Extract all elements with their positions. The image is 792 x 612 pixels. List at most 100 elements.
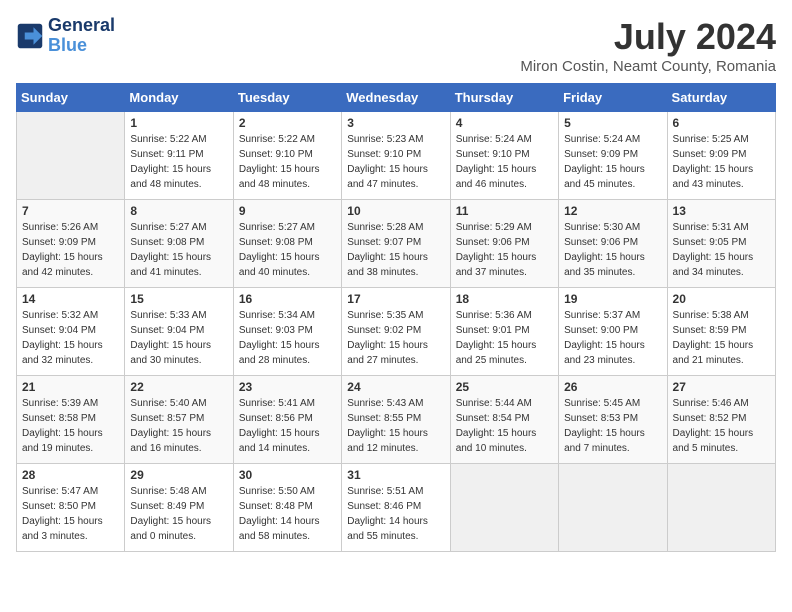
calendar-cell: 22Sunrise: 5:40 AM Sunset: 8:57 PM Dayli… <box>125 376 233 464</box>
day-number: 29 <box>130 468 227 482</box>
calendar-cell: 9 Sunrise: 5:27 AM Sunset: 9:08 PM Daylig… <box>233 200 341 288</box>
day-number: 4 <box>456 116 553 130</box>
calendar-cell: 13 Sunrise: 5:31 AM Sunset: 9:05 PM Dayli… <box>667 200 775 288</box>
calendar-week-row: 7Sunrise: 5:26 AM Sunset: 9:09 PM Daylig… <box>17 200 776 288</box>
weekday-header: Tuesday <box>233 84 341 112</box>
day-info: Sunrise: 5:38 AM Sunset: 8:59 PM Dayligh… <box>673 308 770 368</box>
day-info: Sunrise: 5:22 AM Sunset: 9:11 PM Dayligh… <box>130 132 227 192</box>
day-number: 2 <box>239 116 336 130</box>
day-info: Sunrise: 5:27 AM Sunset: 9:08 PM Dayligh… <box>239 220 336 280</box>
day-number: 1 <box>130 116 227 130</box>
day-info: Sunrise: 5:35 AM Sunset: 9:02 PM Dayligh… <box>347 308 444 368</box>
day-info: Sunrise: 5:33 AM Sunset: 9:04 PM Dayligh… <box>130 308 227 368</box>
day-number: 21 <box>22 380 119 394</box>
weekday-header: Thursday <box>450 84 558 112</box>
calendar-week-row: 28 Sunrise: 5:47 AM Sunset: 8:50 PM Dayli… <box>17 464 776 552</box>
calendar-table: SundayMondayTuesdayWednesdayThursdayFrid… <box>16 83 776 552</box>
day-number: 6 <box>673 116 770 130</box>
calendar-cell: 15 Sunrise: 5:33 AM Sunset: 9:04 PM Dayli… <box>125 288 233 376</box>
day-number: 30 <box>239 468 336 482</box>
day-number: 18 <box>456 292 553 306</box>
day-info: Sunrise: 5:50 AM Sunset: 8:48 PM Dayligh… <box>239 484 336 544</box>
calendar-cell <box>667 464 775 552</box>
logo-text: General Blue <box>48 16 115 56</box>
calendar-cell: 31Sunrise: 5:51 AM Sunset: 8:46 PM Dayli… <box>342 464 450 552</box>
calendar-week-row: 21Sunrise: 5:39 AM Sunset: 8:58 PM Dayli… <box>17 376 776 464</box>
calendar-week-row: 14 Sunrise: 5:32 AM Sunset: 9:04 PM Dayli… <box>17 288 776 376</box>
day-number: 16 <box>239 292 336 306</box>
day-info: Sunrise: 5:40 AM Sunset: 8:57 PM Dayligh… <box>130 396 227 456</box>
header: General Blue July 2024 Miron Costin, Nea… <box>16 16 776 75</box>
calendar-cell: 25 Sunrise: 5:44 AM Sunset: 8:54 PM Dayli… <box>450 376 558 464</box>
calendar-cell: 6 Sunrise: 5:25 AM Sunset: 9:09 PM Daylig… <box>667 112 775 200</box>
calendar-cell: 14 Sunrise: 5:32 AM Sunset: 9:04 PM Dayli… <box>17 288 125 376</box>
day-info: Sunrise: 5:29 AM Sunset: 9:06 PM Dayligh… <box>456 220 553 280</box>
calendar-header: SundayMondayTuesdayWednesdayThursdayFrid… <box>17 84 776 112</box>
calendar-cell <box>17 112 125 200</box>
day-info: Sunrise: 5:30 AM Sunset: 9:06 PM Dayligh… <box>564 220 661 280</box>
calendar-cell: 12 Sunrise: 5:30 AM Sunset: 9:06 PM Dayli… <box>559 200 667 288</box>
calendar-cell: 18Sunrise: 5:36 AM Sunset: 9:01 PM Dayli… <box>450 288 558 376</box>
calendar-cell: 3 Sunrise: 5:23 AM Sunset: 9:10 PM Daylig… <box>342 112 450 200</box>
day-info: Sunrise: 5:46 AM Sunset: 8:52 PM Dayligh… <box>673 396 770 456</box>
day-number: 3 <box>347 116 444 130</box>
day-number: 12 <box>564 204 661 218</box>
logo-line2: Blue <box>48 35 87 55</box>
calendar-cell: 5 Sunrise: 5:24 AM Sunset: 9:09 PM Daylig… <box>559 112 667 200</box>
day-number: 24 <box>347 380 444 394</box>
day-number: 17 <box>347 292 444 306</box>
calendar-cell: 8Sunrise: 5:27 AM Sunset: 9:08 PM Daylig… <box>125 200 233 288</box>
calendar-cell: 10Sunrise: 5:28 AM Sunset: 9:07 PM Dayli… <box>342 200 450 288</box>
calendar-week-row: 1 Sunrise: 5:22 AM Sunset: 9:11 PM Daylig… <box>17 112 776 200</box>
day-number: 26 <box>564 380 661 394</box>
day-number: 14 <box>22 292 119 306</box>
calendar-cell <box>559 464 667 552</box>
calendar-cell <box>450 464 558 552</box>
calendar-cell: 21Sunrise: 5:39 AM Sunset: 8:58 PM Dayli… <box>17 376 125 464</box>
calendar-cell: 2 Sunrise: 5:22 AM Sunset: 9:10 PM Daylig… <box>233 112 341 200</box>
calendar-cell: 4 Sunrise: 5:24 AM Sunset: 9:10 PM Daylig… <box>450 112 558 200</box>
day-info: Sunrise: 5:34 AM Sunset: 9:03 PM Dayligh… <box>239 308 336 368</box>
day-info: Sunrise: 5:23 AM Sunset: 9:10 PM Dayligh… <box>347 132 444 192</box>
day-info: Sunrise: 5:31 AM Sunset: 9:05 PM Dayligh… <box>673 220 770 280</box>
day-number: 15 <box>130 292 227 306</box>
calendar-cell: 16 Sunrise: 5:34 AM Sunset: 9:03 PM Dayli… <box>233 288 341 376</box>
day-number: 20 <box>673 292 770 306</box>
day-info: Sunrise: 5:22 AM Sunset: 9:10 PM Dayligh… <box>239 132 336 192</box>
calendar-cell: 30 Sunrise: 5:50 AM Sunset: 8:48 PM Dayli… <box>233 464 341 552</box>
day-info: Sunrise: 5:43 AM Sunset: 8:55 PM Dayligh… <box>347 396 444 456</box>
calendar-cell: 28 Sunrise: 5:47 AM Sunset: 8:50 PM Dayli… <box>17 464 125 552</box>
calendar-cell: 26 Sunrise: 5:45 AM Sunset: 8:53 PM Dayli… <box>559 376 667 464</box>
calendar-cell: 24 Sunrise: 5:43 AM Sunset: 8:55 PM Dayli… <box>342 376 450 464</box>
title-area: July 2024 Miron Costin, Neamt County, Ro… <box>520 16 776 75</box>
day-number: 7 <box>22 204 119 218</box>
day-info: Sunrise: 5:25 AM Sunset: 9:09 PM Dayligh… <box>673 132 770 192</box>
calendar-cell: 27Sunrise: 5:46 AM Sunset: 8:52 PM Dayli… <box>667 376 775 464</box>
day-info: Sunrise: 5:37 AM Sunset: 9:00 PM Dayligh… <box>564 308 661 368</box>
day-info: Sunrise: 5:41 AM Sunset: 8:56 PM Dayligh… <box>239 396 336 456</box>
day-info: Sunrise: 5:24 AM Sunset: 9:10 PM Dayligh… <box>456 132 553 192</box>
weekday-header: Wednesday <box>342 84 450 112</box>
logo-line1: General <box>48 16 115 36</box>
day-number: 28 <box>22 468 119 482</box>
day-number: 8 <box>130 204 227 218</box>
day-info: Sunrise: 5:44 AM Sunset: 8:54 PM Dayligh… <box>456 396 553 456</box>
day-number: 13 <box>673 204 770 218</box>
day-info: Sunrise: 5:32 AM Sunset: 9:04 PM Dayligh… <box>22 308 119 368</box>
logo: General Blue <box>16 16 115 56</box>
day-info: Sunrise: 5:47 AM Sunset: 8:50 PM Dayligh… <box>22 484 119 544</box>
calendar-cell: 11 Sunrise: 5:29 AM Sunset: 9:06 PM Dayli… <box>450 200 558 288</box>
day-number: 5 <box>564 116 661 130</box>
logo-icon <box>16 22 44 50</box>
day-number: 9 <box>239 204 336 218</box>
weekday-header: Sunday <box>17 84 125 112</box>
weekday-header: Saturday <box>667 84 775 112</box>
day-number: 23 <box>239 380 336 394</box>
calendar-cell: 19Sunrise: 5:37 AM Sunset: 9:00 PM Dayli… <box>559 288 667 376</box>
day-info: Sunrise: 5:45 AM Sunset: 8:53 PM Dayligh… <box>564 396 661 456</box>
day-number: 11 <box>456 204 553 218</box>
day-number: 25 <box>456 380 553 394</box>
day-info: Sunrise: 5:24 AM Sunset: 9:09 PM Dayligh… <box>564 132 661 192</box>
calendar-cell: 20 Sunrise: 5:38 AM Sunset: 8:59 PM Dayli… <box>667 288 775 376</box>
calendar-body: 1 Sunrise: 5:22 AM Sunset: 9:11 PM Daylig… <box>17 112 776 552</box>
